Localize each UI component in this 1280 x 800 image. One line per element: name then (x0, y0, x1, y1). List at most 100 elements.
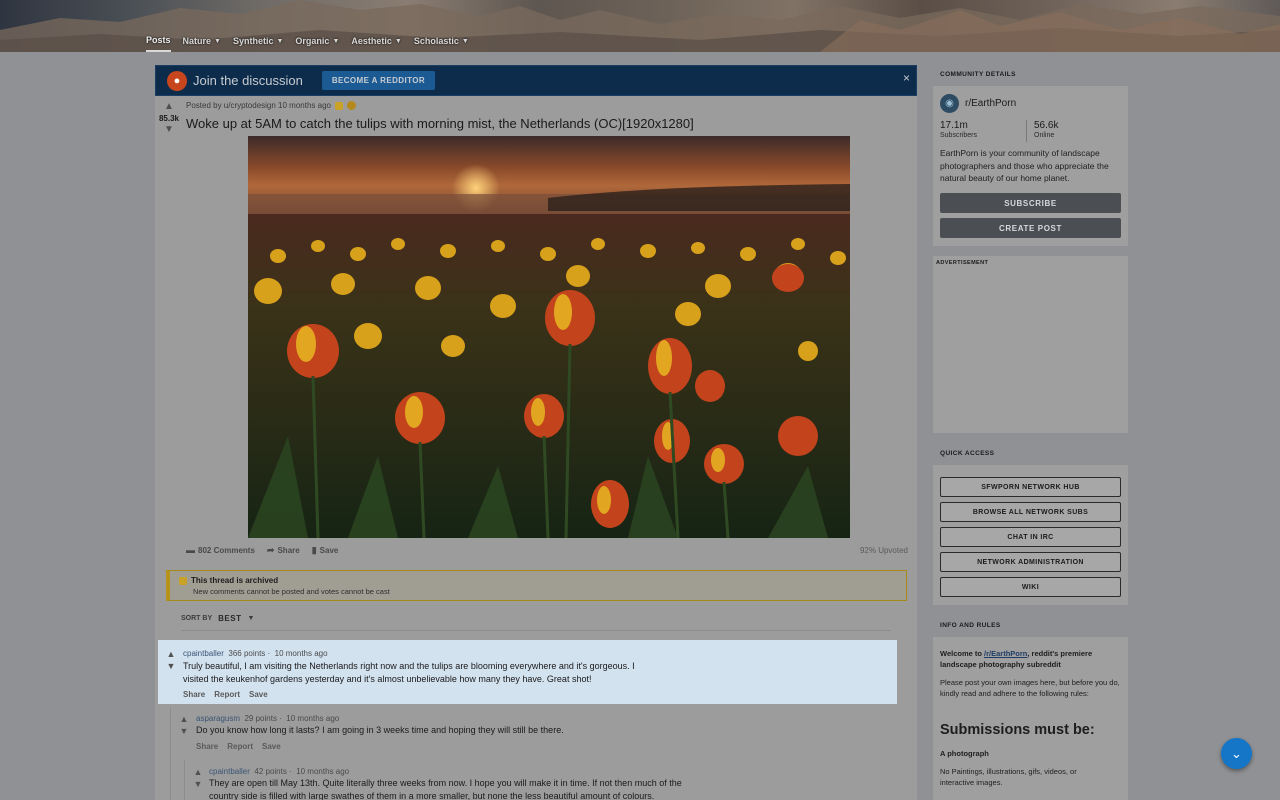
downvote-icon[interactable]: ▼ (158, 125, 180, 135)
comment-points: 29 points (244, 714, 277, 723)
comment-points: 42 points (254, 767, 287, 776)
become-redditor-button[interactable]: BECOME A REDDITOR (321, 71, 436, 90)
downvote-icon[interactable]: ▼ (193, 778, 203, 790)
nav-label: Aesthetic (351, 36, 392, 46)
share-button[interactable]: ➦ Share (267, 545, 300, 556)
upvote-icon[interactable]: ▲ (193, 766, 203, 778)
nav-posts[interactable]: Posts (146, 30, 171, 52)
downvote-icon[interactable]: ▼ (179, 725, 189, 737)
save-button[interactable]: Save (249, 690, 268, 699)
advertisement-card (933, 256, 1128, 433)
scroll-down-button[interactable]: ⌄ (1221, 738, 1252, 769)
advertisement-label: ADVERTISEMENT (936, 260, 989, 266)
nav-label: Synthetic (232, 36, 274, 46)
subscribe-button[interactable]: SUBSCRIBE (940, 193, 1121, 213)
share-button[interactable]: Share (183, 690, 205, 699)
downvote-icon[interactable]: ▼ (166, 660, 176, 672)
rule-1-title: A photograph (940, 749, 989, 758)
nav-label: Posts (146, 35, 171, 45)
post-title[interactable]: Woke up at 5AM to catch the tulips with … (186, 116, 694, 131)
bookmark-icon: ▮ (311, 545, 317, 555)
reddit-logo-icon: ● (167, 70, 187, 91)
subscribers-value: 17.1m (940, 120, 968, 131)
sort-control[interactable]: SORT BY BEST ▼ (181, 614, 254, 623)
nav-synthetic[interactable]: Synthetic ▼ (233, 30, 283, 52)
nav-aesthetic[interactable]: Aesthetic ▼ (351, 30, 401, 52)
community-name-label: r/EarthPorn (965, 98, 1017, 109)
chevron-down-icon: ▼ (214, 37, 221, 45)
comment-text: They are open till May 13th. Quite liter… (209, 778, 682, 788)
report-button[interactable]: Report (227, 742, 253, 751)
post-score: 85.3k (158, 114, 180, 123)
upvote-icon[interactable]: ▲ (179, 713, 189, 725)
report-button[interactable]: Report (214, 690, 240, 699)
subscribers-stat: 17.1m Subscribers (940, 120, 977, 139)
browse-network-subs-button[interactable]: BROWSE ALL NETWORK SUBS (940, 502, 1121, 522)
sfwporn-hub-button[interactable]: SFWPORN NETWORK HUB (940, 477, 1121, 497)
nav-nature[interactable]: Nature ▼ (183, 30, 221, 52)
chevron-down-icon: ▼ (276, 37, 284, 45)
wiki-button[interactable]: WIKI (940, 577, 1121, 597)
post-author-time[interactable]: Posted by u/cryptodesign 10 months ago (186, 101, 331, 110)
tulip-field-photo (248, 136, 850, 538)
thread-line[interactable] (170, 708, 171, 800)
comment-actions: Share Report Save (196, 742, 281, 751)
archived-notice: This thread is archived New comments can… (166, 570, 907, 601)
online-stat: 56.6k Online (1034, 120, 1058, 139)
chevron-down-icon: ▼ (461, 37, 469, 45)
join-title: Join the discussion (193, 73, 303, 88)
upvote-icon[interactable]: ▲ (166, 648, 176, 660)
save-button[interactable]: Save (262, 742, 281, 751)
close-icon[interactable]: × (903, 71, 910, 85)
comment-vote: ▲ ▼ (179, 713, 189, 737)
chat-irc-button[interactable]: CHAT IN IRC (940, 527, 1121, 547)
nav-scholastic[interactable]: Scholastic ▼ (414, 30, 469, 52)
community-avatar: ◉ (940, 94, 959, 113)
nav-label: Organic (295, 36, 330, 46)
post-actions: ▬ 802 Comments ➦ Share ▮ Save (186, 545, 338, 556)
online-label: Online (1034, 132, 1055, 139)
save-label: Save (319, 546, 339, 555)
comment-author[interactable]: cpaintballer (183, 649, 224, 658)
join-discussion-bar: ● Join the discussion BECOME A REDDITOR … (155, 65, 917, 96)
online-value: 56.6k (1034, 120, 1059, 131)
upvote-ratio: 92% Upvoted (859, 546, 908, 555)
comment-text: Do you know how long it lasts? I am goin… (196, 725, 564, 735)
rule-1-text: No Paintings, illustrations, gifs, video… (940, 767, 1077, 787)
rules-intro: Please post your own images here, but be… (940, 678, 1120, 698)
upvote-icon[interactable]: ▲ (158, 102, 180, 112)
award-icon (334, 101, 343, 110)
network-admin-button[interactable]: NETWORK ADMINISTRATION (940, 552, 1121, 572)
subreddit-link[interactable]: /r/EarthPorn (984, 649, 1027, 658)
nav-organic[interactable]: Organic ▼ (295, 30, 339, 52)
comment-time: 10 months ago (274, 649, 328, 658)
info-rules-header: INFO AND RULES (940, 622, 1001, 629)
comment-vote: ▲ ▼ (193, 766, 203, 790)
post-image[interactable] (248, 136, 850, 538)
create-post-button[interactable]: CREATE POST (940, 218, 1121, 238)
comment-vote: ▲ ▼ (166, 648, 176, 672)
community-name[interactable]: ◉ r/EarthPorn (940, 94, 1016, 113)
chevron-down-icon: ▼ (247, 615, 255, 622)
thread-line[interactable] (184, 760, 185, 800)
comment-icon: ▬ (186, 545, 195, 555)
comments-count: 802 Comments (198, 546, 255, 555)
sort-value: BEST (218, 614, 242, 623)
chevron-down-icon: ⌄ (1231, 745, 1242, 761)
comments-link[interactable]: ▬ 802 Comments (186, 545, 255, 556)
nav-label: Nature (182, 36, 212, 46)
quick-access-header: QUICK ACCESS (940, 450, 995, 457)
divider (181, 630, 891, 631)
sort-label: SORT BY (181, 615, 213, 622)
comment-time: 10 months ago (296, 767, 350, 776)
rules-welcome: Welcome to /r/EarthPorn, reddit's premie… (940, 648, 1120, 670)
share-button[interactable]: Share (196, 742, 218, 751)
community-description: EarthPorn is your community of landscape… (940, 148, 1109, 183)
comment-actions: Share Report Save (183, 690, 268, 699)
archive-icon (179, 576, 187, 585)
comment-author[interactable]: cpaintballer (209, 767, 250, 776)
award-icon (346, 101, 356, 110)
save-button[interactable]: ▮ Save (312, 545, 339, 556)
comment-author[interactable]: asparagusm (196, 714, 240, 723)
nav-label: Scholastic (413, 36, 459, 46)
